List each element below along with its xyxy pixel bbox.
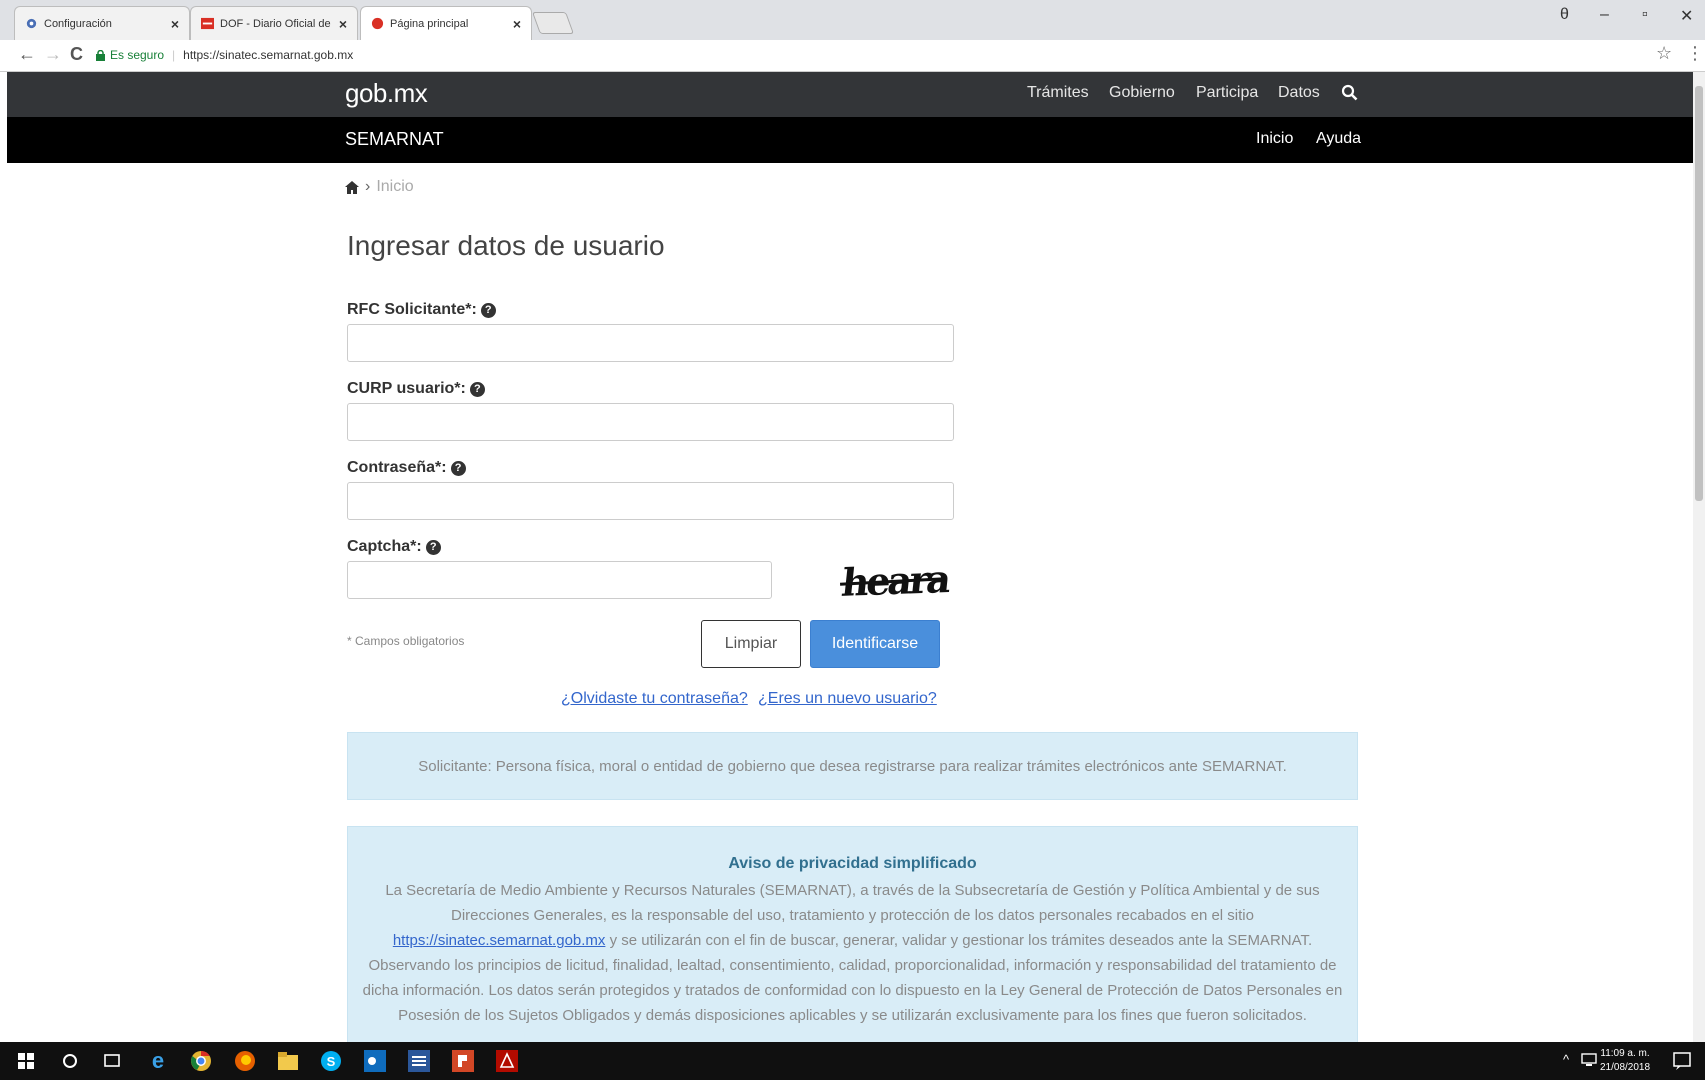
privacy-text-start: La Secretaría de Medio Ambiente y Recurs… (385, 882, 1320, 924)
applicant-info-text: Solicitante: Persona física, moral o ent… (418, 757, 1287, 775)
semarnat-subbar (7, 117, 1697, 163)
acrobat-icon[interactable] (496, 1050, 518, 1072)
tab-close-icon[interactable]: × (339, 16, 347, 32)
home-icon[interactable] (345, 180, 359, 194)
privacy-title: Aviso de privacidad simplificado (728, 855, 977, 872)
firefox-icon[interactable] (234, 1050, 256, 1072)
password-label: Contraseña*: ? (347, 459, 466, 477)
help-icon[interactable]: ? (480, 302, 496, 318)
password-label-text: Contraseña*: (347, 459, 447, 476)
privacy-notice: Aviso de privacidad simplificado La Secr… (347, 826, 1358, 1046)
svg-text:S: S (327, 1054, 336, 1069)
close-window-icon[interactable]: ✕ (1680, 6, 1693, 26)
rfc-label: RFC Solicitante*: ? (347, 301, 496, 319)
forgot-password-link[interactable]: ¿Olvidaste tu contraseña? (561, 690, 748, 708)
reload-icon[interactable]: C (70, 44, 83, 65)
browser-menu-icon[interactable]: ⋮ (1686, 43, 1704, 64)
tab-close-icon[interactable]: × (171, 16, 179, 32)
agency-title[interactable]: SEMARNAT (345, 129, 444, 150)
nav-gobierno[interactable]: Gobierno (1109, 84, 1175, 102)
gobmx-topbar (7, 72, 1697, 117)
nav-participa[interactable]: Participa (1196, 84, 1258, 102)
browser-tab-dof[interactable]: DOF - Diario Oficial de la × (190, 6, 358, 40)
curp-label: CURP usuario*: ? (347, 380, 485, 398)
browser-tab-configuracion[interactable]: Configuración × (14, 6, 190, 40)
word-icon[interactable] (408, 1050, 430, 1072)
page-title: Ingresar datos de usuario (347, 230, 665, 261)
powerpoint-icon[interactable] (452, 1050, 474, 1072)
rfc-input[interactable] (347, 324, 954, 362)
clock-time: 11:09 a. m. (1600, 1048, 1650, 1059)
captcha-label: Captcha*: ? (347, 538, 441, 556)
help-icon[interactable]: ? (450, 460, 466, 476)
dof-icon (201, 17, 214, 30)
nav-datos[interactable]: Datos (1278, 84, 1320, 102)
taskbar-clock[interactable]: 11:09 a. m. 21/08/2018 (1600, 1047, 1650, 1075)
maximize-icon[interactable]: ▫ (1642, 6, 1648, 24)
nav-tramites[interactable]: Trámites (1027, 84, 1089, 102)
curp-input[interactable] (347, 403, 954, 441)
rfc-label-text: RFC Solicitante*: (347, 301, 477, 318)
secure-label: Es seguro (110, 48, 165, 62)
back-arrow-icon[interactable]: ← (18, 44, 36, 65)
chrome-icon[interactable] (190, 1050, 212, 1072)
subnav-ayuda[interactable]: Ayuda (1316, 130, 1361, 148)
edge-icon[interactable]: e (146, 1048, 170, 1073)
captcha-label-text: Captcha*: (347, 538, 422, 555)
url-text: https://sinatec.semarnat.gob.mx (183, 48, 354, 62)
clear-button[interactable]: Limpiar (701, 620, 801, 668)
clock-date: 21/08/2018 (1600, 1062, 1651, 1073)
breadcrumb-separator: › (365, 178, 371, 195)
captcha-input[interactable] (347, 561, 772, 599)
privacy-link[interactable]: https://sinatec.semarnat.gob.mx (393, 932, 606, 949)
subnav-inicio[interactable]: Inicio (1256, 130, 1293, 148)
url-divider: | (172, 48, 176, 62)
red-circle-icon (371, 17, 384, 30)
tab-title: Configuración (44, 17, 112, 30)
minimize-icon[interactable]: – (1600, 6, 1609, 24)
forward-arrow-icon[interactable]: → (44, 44, 62, 65)
help-icon[interactable]: ? (469, 381, 485, 397)
notifications-icon[interactable] (1672, 1051, 1692, 1071)
outlook-icon[interactable] (364, 1050, 386, 1072)
browser-tab-pagina-principal[interactable]: Página principal × (360, 6, 532, 40)
scrollbar-thumb[interactable] (1695, 86, 1703, 501)
bookmark-star-icon[interactable]: ☆ (1656, 43, 1672, 64)
help-icon[interactable]: ? (425, 539, 441, 555)
gear-icon (26, 18, 37, 29)
tab-close-icon[interactable]: × (513, 16, 521, 32)
tray-chevron-icon[interactable]: ^ (1563, 1052, 1569, 1067)
login-button[interactable]: Identificarse (810, 620, 940, 668)
url-field[interactable]: Es seguro | https://sinatec.semarnat.gob… (96, 44, 353, 66)
breadcrumb: › Inicio (345, 178, 414, 196)
tab-title: DOF - Diario Oficial de la (220, 17, 333, 30)
skype-icon[interactable]: S (320, 1050, 342, 1072)
applicant-info-box: Solicitante: Persona física, moral o ent… (347, 732, 1358, 800)
network-icon[interactable] (1581, 1053, 1597, 1067)
file-explorer-icon[interactable] (278, 1052, 298, 1070)
breadcrumb-current: Inicio (376, 178, 414, 195)
cortana-search-icon[interactable] (62, 1053, 78, 1069)
tab-title: Página principal (390, 17, 469, 30)
windows-start-icon[interactable] (18, 1053, 34, 1069)
gobmx-logo[interactable]: gob.mx (345, 78, 428, 109)
required-note: * Campos obligatorios (347, 634, 465, 648)
profile-icon[interactable]: θ (1560, 6, 1569, 24)
search-icon[interactable] (1341, 84, 1358, 101)
lock-icon (96, 49, 105, 61)
curp-label-text: CURP usuario*: (347, 380, 466, 397)
new-user-link[interactable]: ¿Eres un nuevo usuario? (758, 690, 937, 708)
task-view-icon[interactable] (103, 1053, 121, 1069)
password-input[interactable] (347, 482, 954, 520)
